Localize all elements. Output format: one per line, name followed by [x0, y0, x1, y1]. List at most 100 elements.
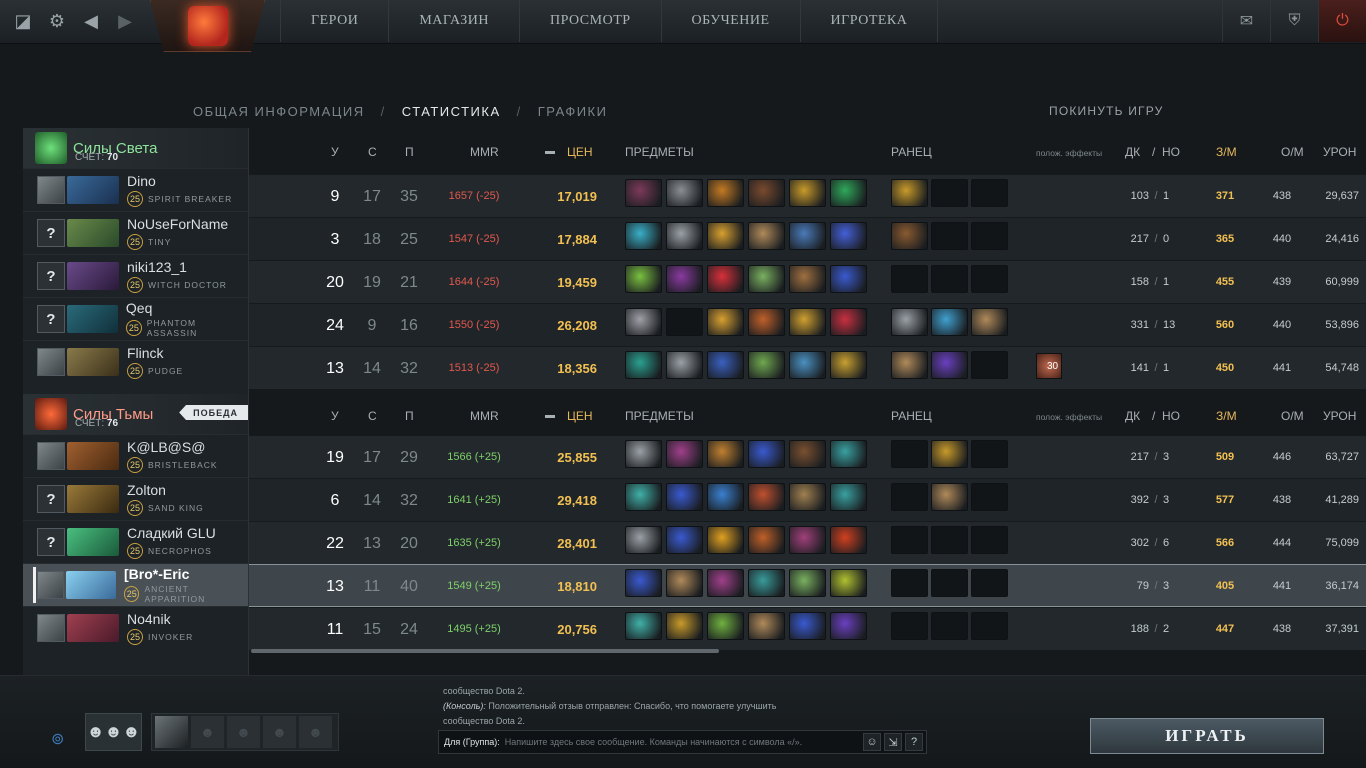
backpack-item-icon[interactable] [931, 440, 968, 468]
item-icon[interactable] [830, 440, 867, 468]
stat-row[interactable]: 20 19 21 1644 (-25) 19,459 158 / 1 455 439 60,999 [249, 260, 1366, 303]
item-icon[interactable] [625, 308, 662, 336]
column-header-backpack[interactable]: РАНЕЦ [891, 409, 932, 423]
forward-arrow-icon[interactable]: ▶ [112, 8, 138, 34]
item-icon[interactable] [789, 569, 826, 597]
empty-backpack-slot[interactable] [971, 526, 1008, 554]
player-name[interactable]: Qeq [126, 300, 248, 316]
item-icon[interactable] [625, 351, 662, 379]
chat-channel-label[interactable]: Для (Группа): [444, 737, 500, 747]
column-header-xpm[interactable]: О/М [1281, 145, 1304, 159]
column-header-k[interactable]: У [331, 145, 339, 159]
column-header-damage[interactable]: УРОН [1323, 409, 1356, 423]
nav-arcade[interactable]: ИГРОТЕКА [801, 0, 939, 42]
empty-backpack-slot[interactable] [971, 483, 1008, 511]
item-icon[interactable] [666, 351, 703, 379]
empty-backpack-slot[interactable] [891, 612, 928, 640]
chat-input[interactable]: Для (Группа): Напишите здесь свое сообще… [438, 730, 927, 754]
item-icon[interactable] [748, 569, 785, 597]
chat-wheel-icon[interactable]: ⇲ [884, 733, 902, 751]
column-header-gpm[interactable]: З/М [1216, 409, 1237, 423]
player-name[interactable]: NoUseForName [127, 216, 228, 232]
leave-game-button[interactable]: ПОКИНУТЬ ИГРУ [1049, 104, 1164, 118]
item-icon[interactable] [748, 440, 785, 468]
power-icon[interactable]: ⏻ [1318, 0, 1366, 42]
column-header-networth[interactable]: ЦЕН [567, 409, 593, 423]
item-icon[interactable] [707, 179, 744, 207]
column-header-buffs[interactable]: полож. эффекты [1036, 148, 1102, 158]
nav-watch[interactable]: ПРОСМОТР [520, 0, 662, 42]
settings-gear-icon[interactable]: ⚙ [44, 8, 70, 34]
backpack-item-icon[interactable] [931, 308, 968, 336]
empty-backpack-slot[interactable] [931, 526, 968, 554]
column-header-slash[interactable]: / [1152, 409, 1155, 423]
stat-row[interactable]: 13 14 32 1513 (-25) 18,356 30 141 / 1 450 441 54,74… [249, 346, 1366, 389]
stat-row[interactable]: 24 9 16 1550 (-25) 26,208 331 / 13 560 440 53,896 [249, 303, 1366, 346]
empty-backpack-slot[interactable] [931, 569, 968, 597]
item-icon[interactable] [625, 179, 662, 207]
item-icon[interactable] [666, 440, 703, 468]
item-icon[interactable] [707, 308, 744, 336]
item-icon[interactable] [707, 612, 744, 640]
item-icon[interactable] [625, 222, 662, 250]
item-icon[interactable] [625, 526, 662, 554]
emoticon-icon[interactable]: ☺ [863, 733, 881, 751]
mail-icon[interactable]: ✉ [1222, 0, 1270, 42]
party-button[interactable]: ☻☻☻ [85, 713, 142, 751]
stat-row[interactable]: 9 17 35 1657 (-25) 17,019 103 / 1 371 438 29,637 [249, 174, 1366, 217]
empty-item-slot[interactable] [666, 308, 703, 336]
item-icon[interactable] [789, 308, 826, 336]
empty-backpack-slot[interactable] [931, 222, 968, 250]
item-icon[interactable] [748, 483, 785, 511]
empty-backpack-slot[interactable] [971, 351, 1008, 379]
empty-backpack-slot[interactable] [931, 179, 968, 207]
player-avatar[interactable]: ? [37, 219, 65, 247]
player-avatar[interactable]: ? [37, 528, 65, 556]
party-slot-empty[interactable]: ☻ [227, 716, 260, 748]
player-name[interactable]: No4nik [127, 611, 193, 627]
item-icon[interactable] [789, 265, 826, 293]
player-avatar[interactable] [37, 442, 65, 470]
column-header-networth[interactable]: ЦЕН [567, 145, 593, 159]
column-header-items[interactable]: ПРЕДМЕТЫ [625, 409, 694, 423]
empty-backpack-slot[interactable] [891, 526, 928, 554]
player-name[interactable]: Dino [127, 173, 232, 189]
column-header-mmr[interactable]: MMR [470, 145, 499, 159]
player-name[interactable]: Сладкий GLU [127, 525, 216, 541]
chat-help-button[interactable]: ? [905, 733, 923, 751]
player-avatar[interactable]: ? [37, 485, 65, 513]
party-slot-empty[interactable]: ☻ [191, 716, 224, 748]
stat-row[interactable]: 22 13 20 1635 (+25) 28,401 302 / 6 566 444 75,099 [249, 521, 1366, 564]
player-avatar[interactable]: ? [37, 262, 65, 290]
item-icon[interactable] [789, 483, 826, 511]
column-header-dn[interactable]: НО [1162, 145, 1180, 159]
empty-backpack-slot[interactable] [891, 440, 928, 468]
empty-backpack-slot[interactable] [891, 569, 928, 597]
player-name[interactable]: Flinck [127, 345, 183, 361]
item-icon[interactable] [830, 351, 867, 379]
item-icon[interactable] [625, 440, 662, 468]
item-icon[interactable] [748, 351, 785, 379]
player-avatar[interactable] [37, 348, 65, 376]
player-row[interactable]: ? Zolton 25 SAND KING [23, 477, 248, 520]
item-icon[interactable] [748, 265, 785, 293]
party-slot-self[interactable] [155, 716, 188, 748]
backpack-item-icon[interactable] [891, 179, 928, 207]
dota-menu-icon[interactable]: ◪ [10, 8, 36, 34]
backpack-item-icon[interactable] [891, 308, 928, 336]
dota-logo-button[interactable] [150, 0, 265, 52]
empty-backpack-slot[interactable] [971, 265, 1008, 293]
column-header-mmr[interactable]: MMR [470, 409, 499, 423]
player-row[interactable]: Flinck 25 PUDGE [23, 340, 248, 383]
tab-stats[interactable]: СТАТИСТИКА [402, 104, 501, 119]
player-row[interactable]: ? Qeq 25 PHANTOM ASSASSIN [23, 297, 248, 340]
item-icon[interactable] [830, 483, 867, 511]
player-row[interactable]: ? Сладкий GLU 25 NECROPHOS [23, 520, 248, 563]
item-icon[interactable] [666, 526, 703, 554]
tab-graphs[interactable]: ГРАФИКИ [538, 104, 608, 119]
player-row[interactable]: No4nik 25 INVOKER [23, 606, 248, 649]
horizontal-scrollbar[interactable] [251, 649, 719, 653]
nav-learn[interactable]: ОБУЧЕНИЕ [662, 0, 801, 42]
player-avatar[interactable] [37, 614, 65, 642]
item-icon[interactable] [830, 265, 867, 293]
